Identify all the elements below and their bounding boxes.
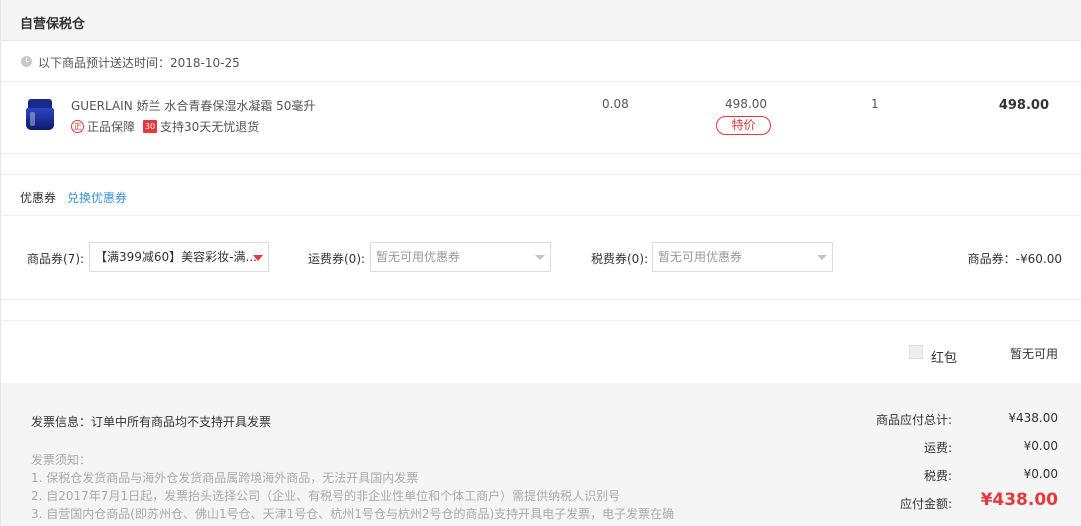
- goods-coupon-select[interactable]: 【满399减60】美容彩妆-满...: [89, 242, 269, 272]
- invoice-notice-line: 3. 自营国内仓商品(即苏州仓、佛山1号仓、天津1号仓、杭州1号仓与杭州2号仓的…: [31, 507, 675, 521]
- goods-coupon-value: 【满399减60】美容彩妆-满...: [95, 250, 257, 264]
- goods-total-label: 商品应付总计:: [875, 413, 952, 427]
- product-name-link[interactable]: GUERLAIN 娇兰 水合青春保湿水凝霜 50毫升: [71, 97, 315, 114]
- tax-coupon-select[interactable]: 暂无可用优惠券: [652, 242, 833, 272]
- coupon-selectors: 商品券(7): 【满399减60】美容彩妆-满... 运费券(0): 暂无可用优…: [1, 216, 1081, 300]
- coupon-title: 优惠券: [20, 191, 57, 205]
- return-policy-label: 支持30天无忧退货: [160, 120, 260, 134]
- shipping-coupon-value: 暂无可用优惠券: [376, 250, 461, 264]
- clock-icon: [21, 56, 32, 67]
- payable-amount-label: 应付金额:: [899, 497, 952, 511]
- coupon-header: 优惠券 兑换优惠券: [1, 174, 1081, 216]
- invoice-notice-line: 1. 保税仓发货商品与海外仓发货商品属跨境海外商品，无法开具国内发票: [31, 471, 419, 485]
- genuine-guarantee-icon: 正: [71, 120, 84, 133]
- quantity: 1: [871, 97, 879, 111]
- delivery-row: 以下商品预计送达时间：2018-10-25: [1, 41, 1081, 82]
- warehouse-title: 自营保税仓: [20, 17, 86, 32]
- red-packet-status: 暂无可用: [1009, 347, 1058, 361]
- tax-coupon-label: 税费券(0):: [591, 252, 649, 266]
- tax-coupon-value: 暂无可用优惠券: [658, 250, 743, 264]
- chevron-down-icon: [817, 255, 827, 260]
- checkout-panel: 自营保税仓 以下商品预计送达时间：2018-10-25 GUERLAIN 娇兰 …: [0, 0, 1081, 526]
- shipping-fee-label: 运费:: [923, 441, 952, 455]
- tax-fee-label: 税费:: [923, 469, 952, 483]
- thirty-day-return-icon: 30: [143, 120, 158, 133]
- product-badges: 正 正品保障 30 支持30天无忧退货: [71, 118, 259, 135]
- goods-coupon-discount: 商品券：-¥60.00: [967, 252, 1062, 266]
- tax-rate: 0.08: [602, 97, 629, 111]
- unit-price: 498.00: [725, 97, 767, 111]
- order-summary: 发票信息：订单中所有商品均不支持开具发票 发票须知： 1. 保税仓发货商品与海外…: [1, 383, 1081, 526]
- red-packet-checkbox[interactable]: [909, 345, 923, 359]
- shipping-coupon-select[interactable]: 暂无可用优惠券: [370, 242, 551, 272]
- payable-amount-value: ¥438.00: [980, 490, 1058, 510]
- invoice-info: 发票信息：订单中所有商品均不支持开具发票: [31, 415, 272, 429]
- cream-jar-shine: [30, 112, 35, 126]
- chevron-down-icon: [253, 255, 263, 261]
- red-packet-row: 红包 暂无可用: [1, 320, 1081, 383]
- goods-coupon-label: 商品券(7):: [27, 252, 85, 266]
- product-thumbnail[interactable]: [24, 99, 56, 133]
- shipping-fee-value: ¥0.00: [1023, 439, 1058, 453]
- shipping-coupon-label: 运费券(0):: [308, 252, 366, 266]
- genuine-guarantee-label: 正品保障: [87, 120, 136, 134]
- invoice-notice-title: 发票须知：: [31, 453, 92, 467]
- chevron-down-icon: [535, 255, 545, 260]
- tax-fee-value: ¥0.00: [1023, 467, 1058, 481]
- redeem-coupon-link[interactable]: 兑换优惠券: [67, 189, 127, 206]
- red-packet-label: 红包: [931, 351, 958, 366]
- product-subtotal: 498.00: [998, 98, 1049, 113]
- invoice-notice-line: 2. 自2017年7月1日起，发票抬头选择公司（企业、有税号的非企业性单位和个体…: [31, 489, 621, 503]
- special-price-tag: 特价: [716, 116, 771, 135]
- delivery-date-label: 以下商品预计送达时间：2018-10-25: [38, 56, 240, 70]
- product-row: GUERLAIN 娇兰 水合青春保湿水凝霜 50毫升 正 正品保障 30 支持3…: [1, 82, 1081, 154]
- goods-total-value: ¥438.00: [1008, 411, 1058, 425]
- warehouse-header: 自营保税仓: [1, 0, 1081, 41]
